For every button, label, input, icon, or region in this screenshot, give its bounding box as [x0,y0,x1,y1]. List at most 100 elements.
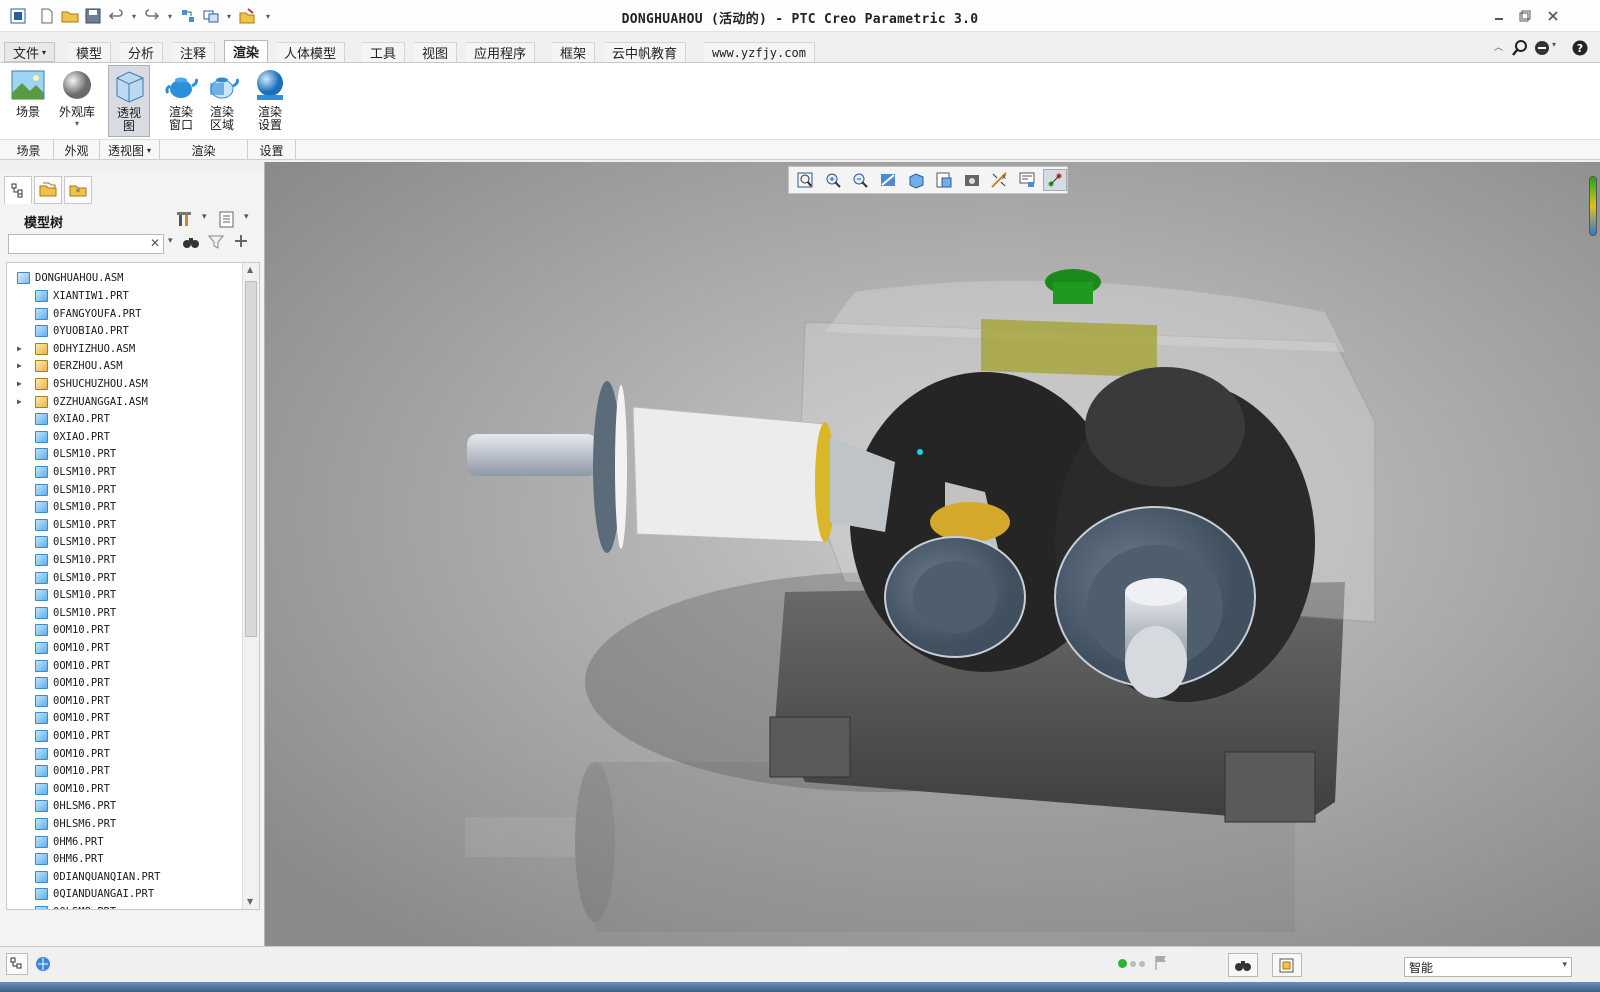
tab-view[interactable]: 视图 [414,42,458,62]
tree-item[interactable]: 0HLSM6.PRT [35,815,116,833]
scroll-down-icon[interactable]: ▼ [247,897,253,906]
scene-button[interactable]: 场景 [6,65,50,137]
community-icon[interactable] [1534,40,1550,59]
tree-item[interactable]: XIANTIW1.PRT [35,287,129,305]
tree-item[interactable]: ▶ 0ZZHUANGGAI.ASM [17,393,148,411]
tree-item[interactable]: 0LSM10.PRT [35,533,116,551]
model-tree[interactable]: DONGHUAHOU.ASM XIANTIW1.PRT 0FANGYOUFA.PR… [6,262,260,910]
add-column-icon[interactable] [234,234,248,251]
tab-yunzhongfan[interactable]: 云中帆教育 [604,42,687,62]
expand-arrow-icon[interactable]: ▶ [17,379,22,388]
tree-item[interactable]: ▶ 0ERZHOU.ASM [17,357,123,375]
close-icon[interactable] [1544,8,1562,24]
search-icon[interactable] [1512,40,1528,59]
scroll-up-icon[interactable]: ▲ [247,265,253,274]
filter-icon[interactable] [207,234,225,253]
help-icon[interactable]: ? [1572,40,1588,59]
datum-display-icon[interactable]: x [988,169,1012,191]
tree-item[interactable]: 0OM10.PRT [35,674,110,692]
tab-annotate[interactable]: 注释 [172,42,216,62]
tree-item[interactable]: 0OM10.PRT [35,780,110,798]
render-region-button[interactable]: 渲染 区域 [200,65,244,137]
tree-item[interactable]: 0HM6.PRT [35,850,104,868]
toggle-navigator-icon[interactable] [6,953,28,975]
spin-center-icon[interactable] [1043,169,1067,191]
tree-item[interactable]: 0LSM10.PRT [35,604,116,622]
tree-item[interactable]: 0OM10.PRT [35,745,110,763]
tree-item[interactable]: 0LSM10.PRT [35,586,116,604]
model-tree-tab-icon[interactable] [4,176,32,204]
tree-item[interactable]: 0OM10.PRT [35,709,110,727]
appearance-gallery-button[interactable]: 外观库 ▾ [54,65,100,137]
tree-item[interactable]: 0XIAO.PRT [35,428,110,446]
display-style-icon[interactable] [904,169,928,191]
tree-item[interactable]: 0OM10.PRT [35,762,110,780]
render-window-button[interactable]: 渲染 窗口 [160,65,202,137]
expand-arrow-icon[interactable]: ▶ [17,397,22,406]
zoom-in-icon[interactable] [821,169,845,191]
repaint-icon[interactable] [876,169,900,191]
tab-render[interactable]: 渲染 [224,40,269,62]
tree-item[interactable]: 0LSM10.PRT [35,445,116,463]
tree-item[interactable]: 0LSM10.PRT [35,569,116,587]
viewport-scroll-indicator[interactable] [1589,176,1597,236]
selection-filter-select[interactable]: 智能 ▾ [1404,957,1572,977]
tree-item[interactable]: 0DIANQUANQIAN.PRT [35,868,160,886]
view-manager-icon[interactable] [960,169,984,191]
flag-icon[interactable] [1154,955,1168,974]
folder-browser-tab-icon[interactable] [34,176,62,204]
perspective-view-button[interactable]: 透视 图 [108,65,150,137]
saved-orientations-icon[interactable] [932,169,956,191]
search-dropdown-icon[interactable]: ▾ [168,236,173,246]
tree-item[interactable]: 0OM10.PRT [35,692,110,710]
tree-item[interactable]: 0FANGYOUFA.PRT [35,305,142,323]
tab-file[interactable]: 文件 ▾ [4,42,56,62]
tree-item[interactable]: ▶ 0SHUCHUZHOU.ASM [17,375,148,393]
tree-item[interactable]: 0OM10.PRT [35,639,110,657]
refit-icon[interactable] [793,169,817,191]
tab-tools[interactable]: 工具 [362,42,406,62]
browser-icon[interactable] [32,953,54,975]
tab-manikin[interactable]: 人体模型 [276,42,346,62]
expand-arrow-icon[interactable]: ▶ [17,361,22,370]
select-box-icon[interactable] [1272,953,1302,977]
expand-arrow-icon[interactable]: ▶ [17,344,22,353]
tree-item[interactable]: 0XIAO.PRT [35,410,110,428]
find-icon[interactable] [1228,953,1258,977]
tree-scrollbar[interactable]: ▲ ▼ [242,263,259,909]
tree-item[interactable]: 0QLSM8.PRT [35,903,116,909]
tree-search-field[interactable]: ✕ [8,234,164,254]
minimize-ribbon-icon[interactable]: ︿ [1494,40,1508,54]
tree-item[interactable]: ▶ 0DHYIZHUO.ASM [17,340,135,358]
minimize-icon[interactable] [1490,8,1508,24]
render-setup-button[interactable]: 渲染 设置 [248,65,292,137]
zoom-out-icon[interactable] [849,169,873,191]
tree-item[interactable]: 0OM10.PRT [35,621,110,639]
tree-scroll-thumb[interactable] [245,281,257,637]
tree-item[interactable]: 0HM6.PRT [35,833,104,851]
tree-settings-icon[interactable] [176,210,194,231]
restore-icon[interactable] [1516,8,1534,24]
tree-item[interactable]: 0OM10.PRT [35,657,110,675]
clear-search-icon[interactable]: ✕ [150,236,160,250]
binoculars-icon[interactable] [182,234,200,253]
tree-item[interactable]: 0HLSM6.PRT [35,797,116,815]
tree-item[interactable]: 0LSM10.PRT [35,498,116,516]
tab-applications[interactable]: 应用程序 [466,42,536,62]
graphics-window[interactable]: x [264,162,1600,946]
tree-item[interactable]: 0YUOBIAO.PRT [35,322,129,340]
favorites-tab-icon[interactable]: * [64,176,92,204]
tree-item[interactable]: 0QIANDUANGAI.PRT [35,885,154,903]
show-icon[interactable] [218,210,236,231]
tab-website[interactable]: www.yzfjy.com [704,42,815,62]
tree-root[interactable]: DONGHUAHOU.ASM [17,269,124,287]
tree-item[interactable]: 0LSM10.PRT [35,551,116,569]
tab-model[interactable]: 模型 [68,42,112,62]
tab-framework[interactable]: 框架 [552,42,596,62]
tree-item[interactable]: 0OM10.PRT [35,727,110,745]
tree-item[interactable]: 0LSM10.PRT [35,516,116,534]
community-dropdown-icon[interactable]: ▾ [1552,40,1556,49]
tree-item[interactable]: 0LSM10.PRT [35,481,116,499]
group-perspective-view[interactable]: 透视图 ▾ [100,140,160,160]
tree-search-input[interactable] [9,235,145,253]
